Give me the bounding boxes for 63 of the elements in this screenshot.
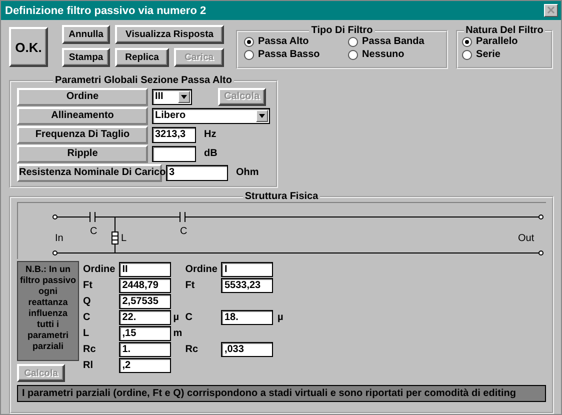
circuit-label: Out [518, 233, 534, 244]
dialog-button[interactable]: Replica [115, 48, 170, 67]
parameter-label: Ft [83, 280, 94, 290]
parameter-label-button[interactable]: Ripple [17, 144, 148, 162]
dialog-button[interactable]: Stampa [62, 48, 110, 67]
unit-label: µ [277, 312, 284, 322]
order-dropdown[interactable]: III [152, 88, 192, 104]
group-title: Parametri Globali Sezione Passa Alto [54, 75, 233, 86]
input-field[interactable]: 18. [221, 310, 274, 324]
parameter-label: Ft [185, 280, 196, 290]
input-field[interactable]: 3213,3 [152, 126, 196, 142]
input-field[interactable]: 2448,79 [119, 278, 172, 292]
ok-button[interactable]: O.K. [9, 27, 48, 67]
input-field[interactable] [152, 146, 196, 162]
parameter-label: Rl [83, 360, 94, 370]
input-field[interactable]: 3 [166, 164, 228, 180]
parameter-label: Ordine [185, 264, 218, 274]
radio-option[interactable]: Passa Alto [244, 36, 344, 47]
unit-label: Hz [204, 129, 216, 140]
unit-label: µ [173, 312, 180, 322]
parameter-label-button[interactable]: Ordine [17, 88, 148, 106]
circuit-label: C [180, 226, 188, 237]
radio-option[interactable]: Nessuno [348, 49, 440, 60]
parameter-label: Ordine [83, 264, 116, 274]
input-field[interactable]: 2,57535 [119, 294, 172, 308]
note-panel: N.B.: In un filtro passivo ogni reattanza influenza tutti i parametri parziali [17, 261, 79, 361]
circuit-label: L [121, 233, 127, 244]
circuit-label: C [90, 226, 98, 237]
group-title: Struttura Fisica [244, 191, 320, 202]
dropdown-icon[interactable] [256, 110, 268, 122]
radio-option[interactable]: Passa Basso [244, 49, 344, 60]
radio-option[interactable]: Parallelo [462, 36, 547, 47]
input-field[interactable]: ,15 [119, 326, 172, 340]
dropdown-icon[interactable] [178, 90, 190, 102]
input-field[interactable]: II [119, 262, 172, 276]
input-field[interactable]: 22. [119, 310, 172, 324]
input-field[interactable]: ,033 [221, 342, 274, 356]
unit-label: Ohm [236, 167, 259, 178]
parameter-label: L [83, 328, 90, 338]
input-field[interactable]: 1. [119, 342, 172, 356]
input-field[interactable]: I [221, 262, 274, 276]
parameter-label: C [83, 312, 92, 322]
parameter-label-button[interactable]: Frequenza Di Taglio [17, 126, 148, 144]
parameter-label: Q [83, 296, 92, 306]
unit-label: dB [204, 148, 218, 159]
dialog-button[interactable]: Annulla [62, 25, 110, 44]
radio-option[interactable]: Serie [462, 49, 547, 60]
dialog-button[interactable]: Visualizza Risposta [115, 25, 224, 44]
parameter-label: Rc [185, 344, 200, 354]
circuit-label: In [55, 233, 64, 244]
parameter-label-button[interactable]: Allineamento [17, 106, 148, 124]
group-title: Natura Del Filtro [464, 25, 544, 36]
radio-option[interactable]: Passa Banda [348, 36, 440, 47]
group-title: Tipo Di Filtro [310, 25, 374, 36]
input-field[interactable]: 5533,23 [221, 278, 274, 292]
info-bar: I parametri parziali (ordine, Ft e Q) corrispondono a stadi virtuali e sono riportati per comodità di editing [17, 385, 546, 402]
window-title: Definizione filtro passivo via numero 2 [5, 4, 206, 16]
close-icon[interactable] [544, 4, 558, 17]
parameter-label: Rc [83, 344, 97, 354]
alignment-dropdown[interactable]: Libero [152, 108, 270, 124]
input-field[interactable]: ,2 [119, 358, 172, 372]
unit-label: m [173, 328, 184, 338]
parameter-label: C [185, 312, 194, 322]
